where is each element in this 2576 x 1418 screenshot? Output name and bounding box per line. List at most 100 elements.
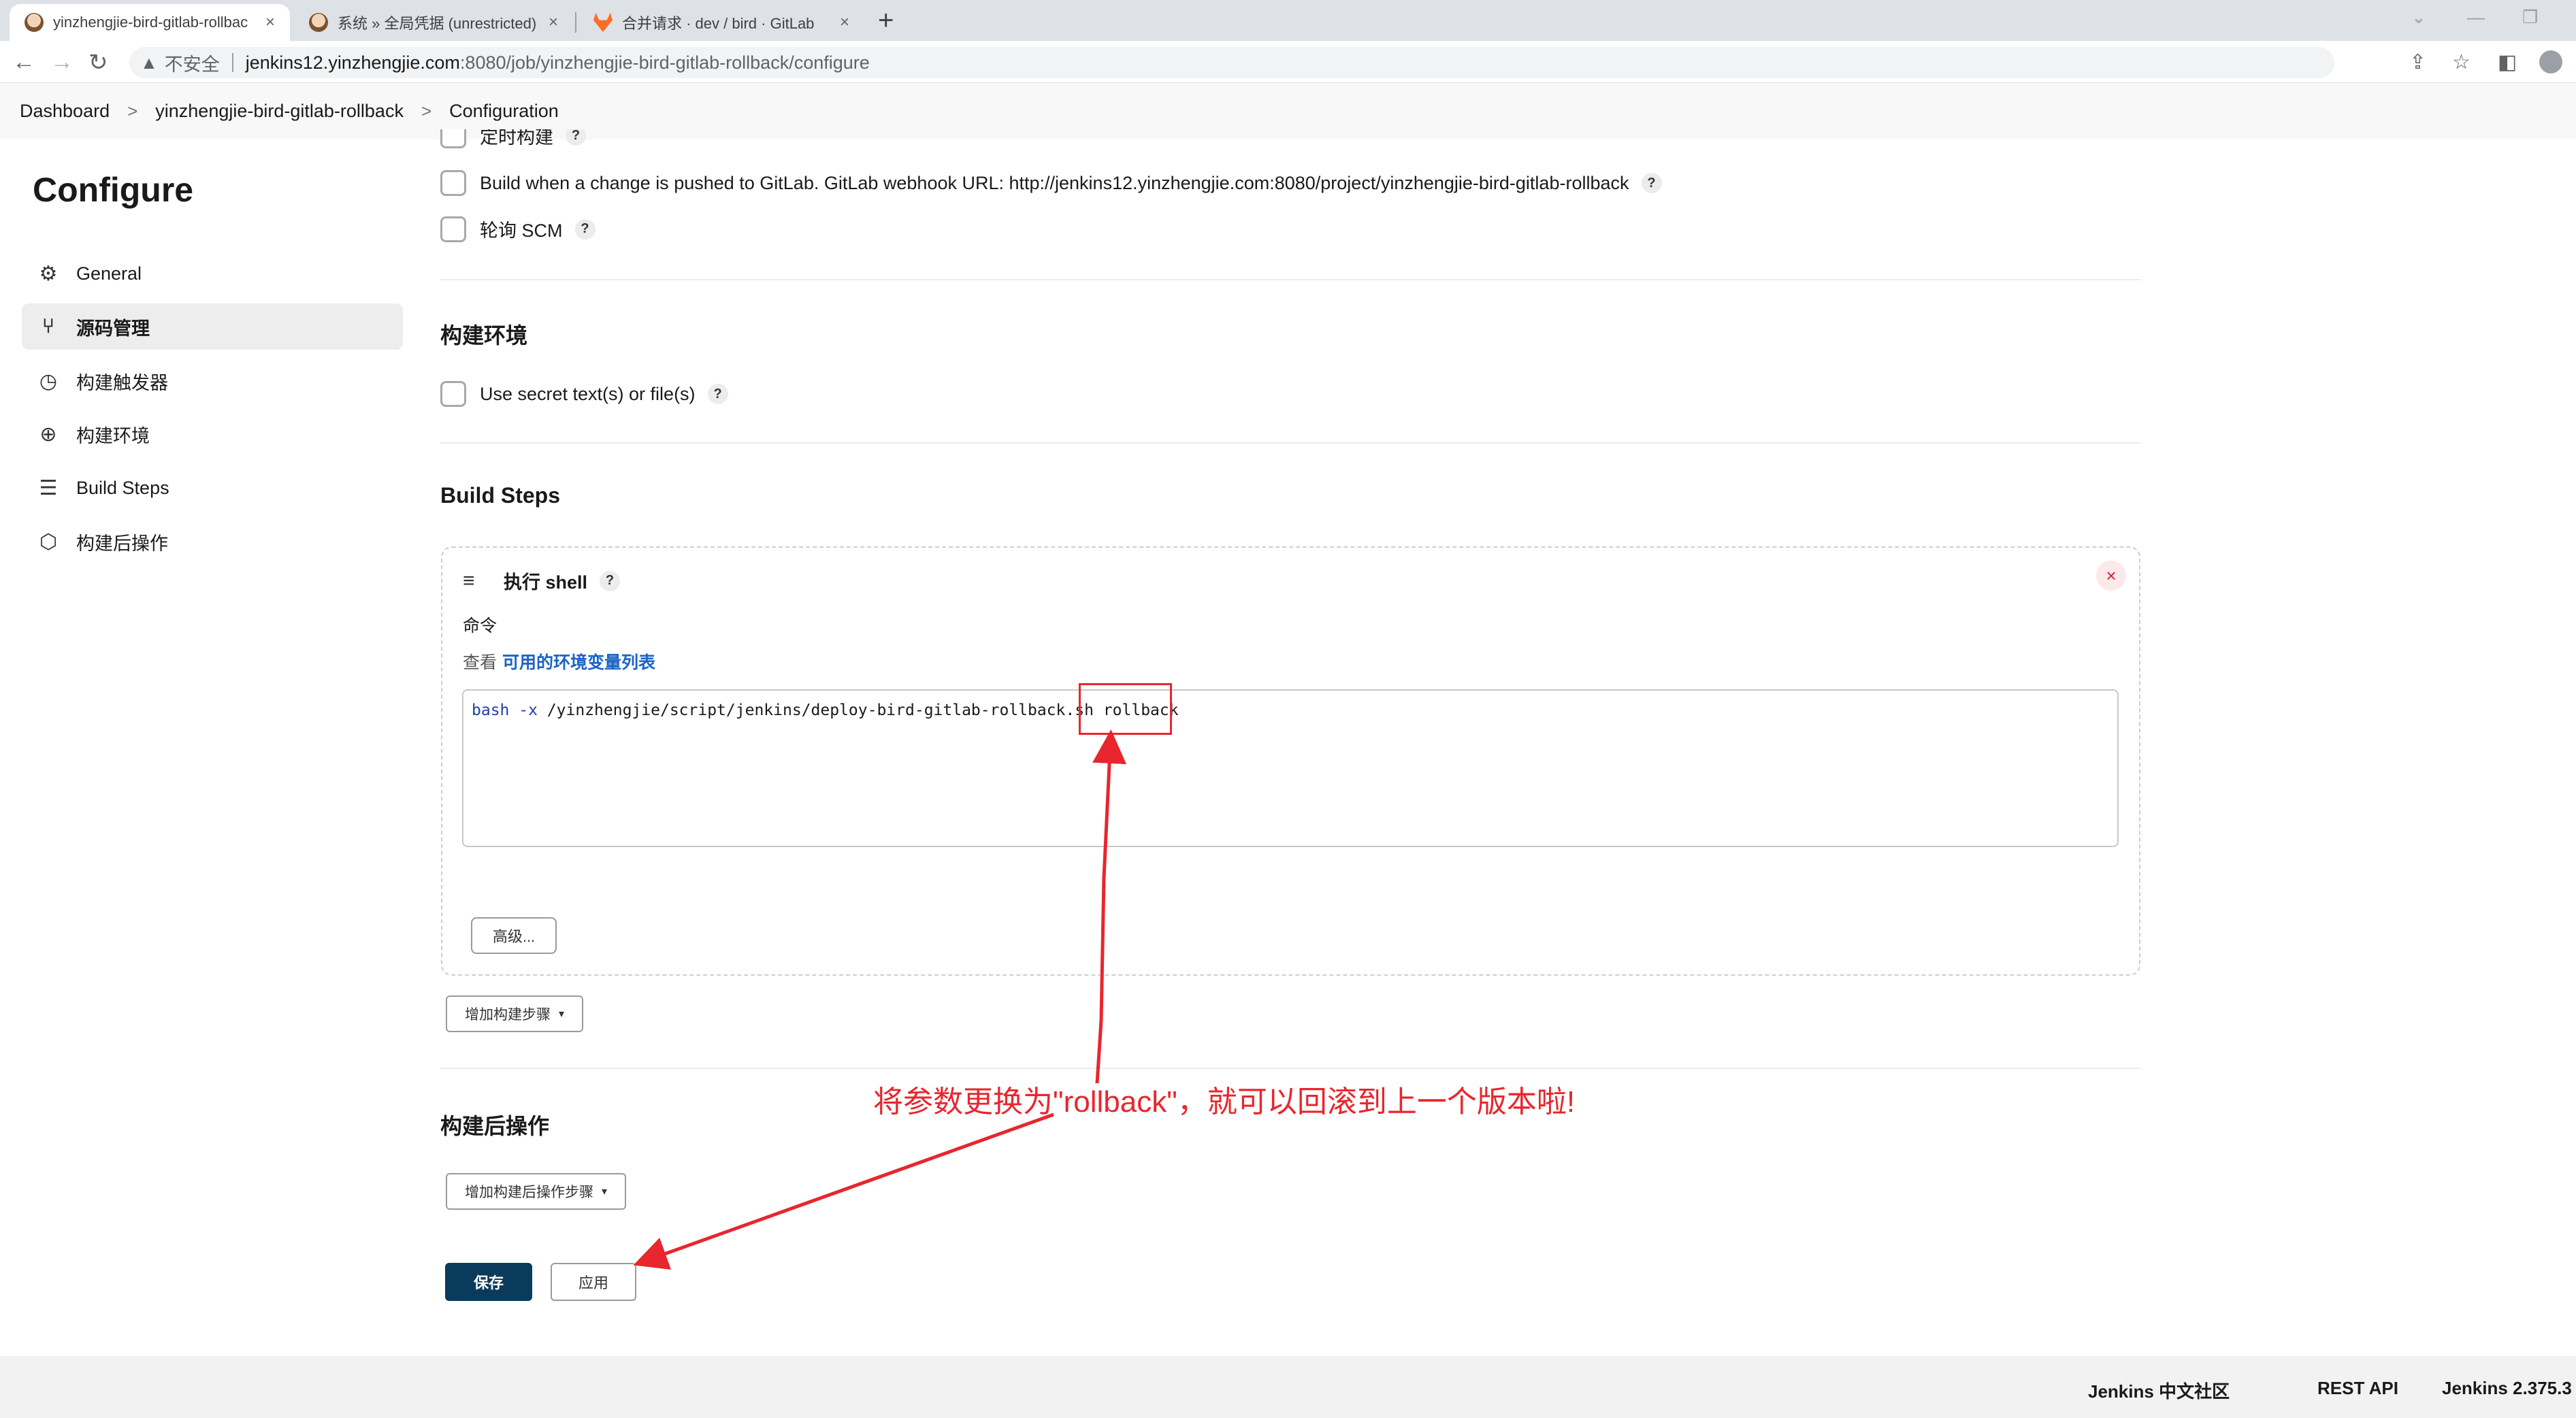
gitlab-icon bbox=[593, 13, 613, 32]
clock-icon: ◷ bbox=[39, 369, 58, 393]
back-icon[interactable]: ← bbox=[12, 49, 35, 76]
browser-tab-active[interactable]: yinzhengjie-bird-gitlab-rollbac × bbox=[10, 4, 290, 41]
browser-tab[interactable]: 合并请求 · dev / bird · GitLab × bbox=[578, 4, 864, 41]
breadcrumb-dashboard[interactable]: Dashboard bbox=[20, 101, 110, 122]
share-icon[interactable]: ⇪ bbox=[2409, 50, 2426, 74]
sidebar-item-label: 构建环境 bbox=[76, 425, 150, 446]
gear-icon: ⚙ bbox=[39, 262, 58, 285]
url-host: jenkins12.yinzhengjie.com bbox=[245, 52, 460, 73]
branch-icon: ⑂ bbox=[42, 315, 54, 337]
footer-version-link[interactable]: Jenkins 2.375.3 bbox=[2442, 1378, 2572, 1399]
breadcrumb-job[interactable]: yinzhengjie-bird-gitlab-rollback bbox=[155, 101, 404, 122]
footer-rest-api-link[interactable]: REST API bbox=[2317, 1378, 2398, 1399]
help-icon[interactable]: ? bbox=[574, 218, 596, 240]
shell-step-title: 执行 shell ? bbox=[504, 567, 621, 594]
sidebar-item-general[interactable]: ⚙ General bbox=[22, 250, 403, 297]
drag-handle-icon[interactable]: ≡ bbox=[463, 570, 475, 593]
post-build-title: 构建后操作 bbox=[440, 1114, 550, 1138]
section-divider bbox=[440, 1068, 2140, 1069]
tab-title: 合并请求 · dev / bird · GitLab bbox=[622, 15, 815, 32]
footer-community-link[interactable]: Jenkins 中文社区 bbox=[2088, 1378, 2230, 1403]
chevron-right-icon: > bbox=[421, 101, 432, 121]
trigger-poll-label: 轮询 SCM bbox=[480, 220, 563, 241]
gitlab-push-checkbox[interactable] bbox=[440, 170, 466, 196]
advanced-button[interactable]: 高级... bbox=[471, 917, 557, 954]
jenkins-icon bbox=[309, 13, 328, 32]
secret-text-row: Use secret text(s) or file(s) ? bbox=[440, 381, 728, 407]
save-button[interactable]: 保存 bbox=[445, 1263, 532, 1301]
poll-scm-checkbox[interactable] bbox=[440, 216, 466, 242]
cmd-script: /yinzhengjie/script/jenkins/deploy-bird-… bbox=[547, 702, 1094, 719]
restore-icon[interactable]: ❐ bbox=[2522, 7, 2538, 28]
timer-checkbox[interactable] bbox=[440, 129, 466, 148]
close-tab-icon[interactable]: × bbox=[265, 13, 275, 32]
env-vars-link[interactable]: 可用的环境变量列表 bbox=[502, 653, 655, 672]
caret-down-icon: ▾ bbox=[559, 1008, 565, 1020]
sidebar-item-label: Build Steps bbox=[76, 477, 169, 498]
reload-icon[interactable]: ↻ bbox=[88, 49, 108, 76]
sidebar-item-label: General bbox=[76, 263, 142, 284]
sidebar-item-label: 构建触发器 bbox=[76, 372, 168, 393]
help-icon[interactable]: ? bbox=[707, 384, 728, 404]
side-panel-icon[interactable]: ◧ bbox=[2498, 50, 2517, 74]
chevron-down-icon[interactable]: ⌄ bbox=[2411, 7, 2426, 28]
add-build-step-label: 增加构建步骤 bbox=[465, 1007, 551, 1023]
close-tab-icon[interactable]: × bbox=[549, 13, 558, 32]
sidebar-item-label: 源码管理 bbox=[76, 318, 150, 339]
breadcrumb-configuration[interactable]: Configuration bbox=[449, 101, 559, 122]
address-toolbar: ← → ↻ ▲ 不安全 jenkins12.yinzhengjie.com :8… bbox=[0, 41, 2576, 83]
globe-icon: ⊕ bbox=[39, 423, 57, 446]
section-divider bbox=[440, 279, 2140, 280]
cmd-bash: bash bbox=[472, 702, 510, 719]
browser-tab-bar: yinzhengjie-bird-gitlab-rollbac × 系统 » 全… bbox=[0, 0, 2576, 41]
new-tab-button[interactable]: + bbox=[878, 5, 894, 36]
trigger-poll-row: 轮询 SCM ? bbox=[440, 216, 596, 242]
close-tab-icon[interactable]: × bbox=[840, 13, 849, 32]
profile-avatar-icon[interactable] bbox=[2539, 50, 2562, 73]
divider bbox=[231, 53, 233, 72]
section-divider bbox=[440, 442, 2140, 444]
help-icon[interactable]: ? bbox=[566, 129, 586, 146]
cmd-flag: -x bbox=[519, 702, 538, 719]
help-icon[interactable]: ? bbox=[600, 570, 621, 591]
delete-step-button[interactable]: × bbox=[2096, 561, 2126, 591]
help-icon[interactable]: ? bbox=[1641, 173, 1662, 193]
add-post-build-button[interactable]: 增加构建后操作步骤 ▾ bbox=[446, 1173, 627, 1210]
tab-title: yinzhengjie-bird-gitlab-rollbac bbox=[53, 14, 248, 31]
sidebar-item-scm[interactable]: ⑂ 源码管理 bbox=[22, 303, 403, 350]
warning-icon: ▲ bbox=[140, 52, 158, 73]
caret-down-icon: ▾ bbox=[602, 1186, 608, 1198]
build-env-title: 构建环境 bbox=[440, 323, 528, 348]
sidebar-item-post-build[interactable]: ⬡ 构建后操作 bbox=[22, 518, 403, 565]
sidebar-item-build-steps[interactable]: ☰ Build Steps bbox=[22, 465, 403, 511]
tab-separator bbox=[575, 12, 576, 33]
env-vars-line: 查看 可用的环境变量列表 bbox=[463, 649, 655, 674]
sidebar-item-triggers[interactable]: ◷ 构建触发器 bbox=[22, 358, 403, 404]
bookmark-star-icon[interactable]: ☆ bbox=[2452, 50, 2471, 74]
build-steps-title: Build Steps bbox=[440, 483, 561, 508]
annotation-text: 将参数更换为"rollback"，就可以回滚到上一个版本啦! bbox=[873, 1085, 1576, 1119]
forward-icon[interactable]: → bbox=[50, 49, 74, 76]
minimize-icon[interactable]: — bbox=[2467, 7, 2485, 28]
browser-tab[interactable]: 系统 » 全局凭据 (unrestricted) | × bbox=[294, 4, 573, 41]
cube-icon: ⬡ bbox=[39, 530, 58, 553]
apply-button[interactable]: 应用 bbox=[551, 1263, 636, 1301]
url-path: :8080/job/yinzhengjie-bird-gitlab-rollba… bbox=[459, 52, 870, 73]
url-bar[interactable]: ▲ 不安全 jenkins12.yinzhengjie.com :8080/jo… bbox=[129, 47, 2334, 78]
trigger-timer-label: 定时构建 bbox=[480, 129, 553, 148]
add-build-step-button[interactable]: 增加构建步骤 ▾ bbox=[446, 995, 584, 1032]
sidebar-item-build-env[interactable]: ⊕ 构建环境 bbox=[22, 411, 403, 457]
command-textarea[interactable]: bash -x /yinzhengjie/script/jenkins/depl… bbox=[462, 689, 2119, 847]
page-title: Configure bbox=[33, 171, 194, 209]
add-post-build-label: 增加构建后操作步骤 bbox=[465, 1185, 593, 1200]
trigger-timer-row: 定时构建 ? bbox=[440, 129, 586, 151]
list-icon: ☰ bbox=[39, 476, 58, 499]
env-vars-prefix: 查看 bbox=[463, 653, 498, 672]
chevron-right-icon: > bbox=[127, 101, 138, 121]
breadcrumb: Dashboard > yinzhengjie-bird-gitlab-roll… bbox=[0, 83, 2576, 139]
insecure-label: 不安全 bbox=[164, 54, 220, 75]
tab-title: 系统 » 全局凭据 (unrestricted) | bbox=[338, 15, 539, 32]
secret-text-checkbox[interactable] bbox=[440, 381, 466, 407]
jenkins-icon bbox=[25, 13, 44, 32]
arrow-to-apply bbox=[633, 1112, 1054, 1270]
